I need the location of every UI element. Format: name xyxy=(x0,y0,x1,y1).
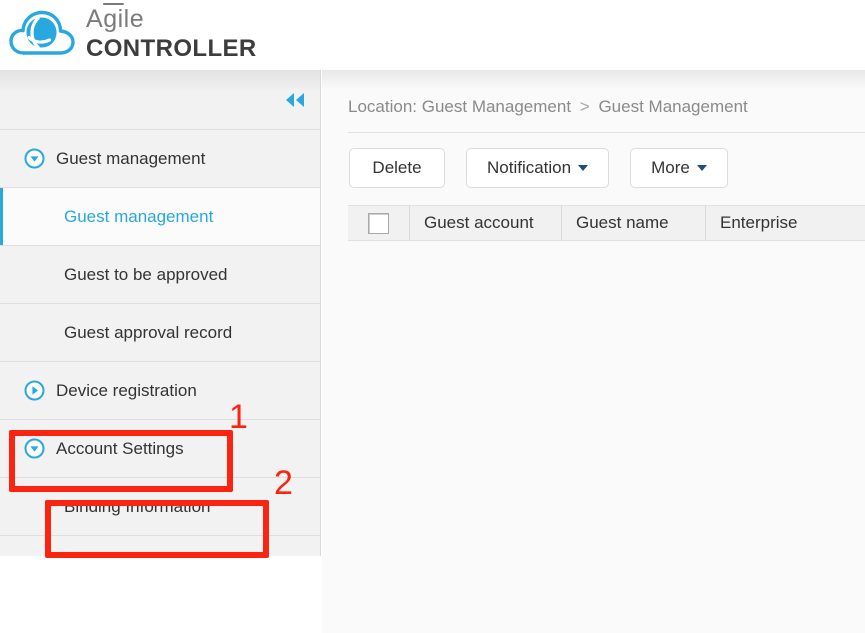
breadcrumb-prefix: Location: xyxy=(348,97,417,116)
double-chevron-left-icon[interactable] xyxy=(282,90,308,110)
table-header-row: Guest account Guest name Enterprise xyxy=(348,205,865,241)
cloud-swirl-icon xyxy=(8,6,80,62)
sidebar-item-binding-information[interactable]: Binding Information xyxy=(0,478,320,536)
brand-name-bold: CONTROLLER xyxy=(86,35,257,62)
column-header-guest-name[interactable]: Guest name xyxy=(562,205,706,241)
sidebar: Guest management Guest management Guest … xyxy=(0,70,321,556)
chevron-down-icon xyxy=(578,165,589,171)
breadcrumb-item-first[interactable]: Guest Management xyxy=(422,97,571,116)
column-header-enterprise[interactable]: Enterprise xyxy=(706,205,811,241)
sidebar-item-guest-management[interactable]: Guest management xyxy=(0,130,320,188)
sidebar-item-label: Binding Information xyxy=(64,496,211,516)
main-content: Location: Guest Management > Guest Manag… xyxy=(322,70,865,633)
select-all-cell[interactable] xyxy=(348,205,410,241)
sidebar-item-label: Account Settings xyxy=(56,438,184,458)
sidebar-item-label: Guest management xyxy=(56,148,206,168)
brand-wordmark: Agile CONTROLLER xyxy=(86,4,257,64)
sidebar-item-label: Device registration xyxy=(56,380,197,400)
circle-chevron-down-icon xyxy=(24,438,45,459)
brand-agile-le: le xyxy=(123,5,145,33)
breadcrumb-item-second: Guest Management xyxy=(598,97,748,116)
sidebar-topbar xyxy=(0,70,320,130)
sidebar-item-account-settings[interactable]: Account Settings xyxy=(0,420,320,478)
column-header-guest-account[interactable]: Guest account xyxy=(410,205,562,241)
sidebar-item-guest-to-be-approved[interactable]: Guest to be approved xyxy=(0,246,320,304)
notification-button-label: Notification xyxy=(487,158,572,177)
more-button[interactable]: More xyxy=(630,148,728,188)
circle-chevron-right-icon xyxy=(24,380,45,401)
breadcrumb-separator: > xyxy=(579,97,590,116)
breadcrumb: Location: Guest Management > Guest Manag… xyxy=(348,97,748,117)
circle-chevron-down-icon xyxy=(24,148,45,169)
notification-button[interactable]: Notification xyxy=(466,148,610,188)
delete-button[interactable]: Delete xyxy=(349,148,445,188)
sidebar-item-label: Guest to be approved xyxy=(64,264,228,284)
sidebar-item-guest-approval-record[interactable]: Guest approval record xyxy=(0,304,320,362)
sidebar-item-guest-management-sub[interactable]: Guest management xyxy=(0,188,320,246)
sidebar-item-label: Guest management xyxy=(64,206,214,226)
app-root: Agile CONTROLLER Guest management Guest … xyxy=(0,0,865,633)
brand-header: Agile CONTROLLER xyxy=(0,0,865,70)
delete-button-label: Delete xyxy=(372,158,422,177)
sidebar-item-label: Guest approval record xyxy=(64,322,233,342)
select-all-checkbox[interactable] xyxy=(368,212,389,234)
more-button-label: More xyxy=(651,158,690,177)
breadcrumb-divider xyxy=(348,132,865,133)
brand-name-light: Agile xyxy=(86,4,257,34)
brand-agile-a: A xyxy=(86,5,104,33)
chevron-down-icon xyxy=(696,165,707,171)
toolbar: Delete Notification More xyxy=(349,148,728,188)
sidebar-item-device-registration[interactable]: Device registration xyxy=(0,362,320,420)
brand-agile-gi: gi xyxy=(103,5,124,33)
